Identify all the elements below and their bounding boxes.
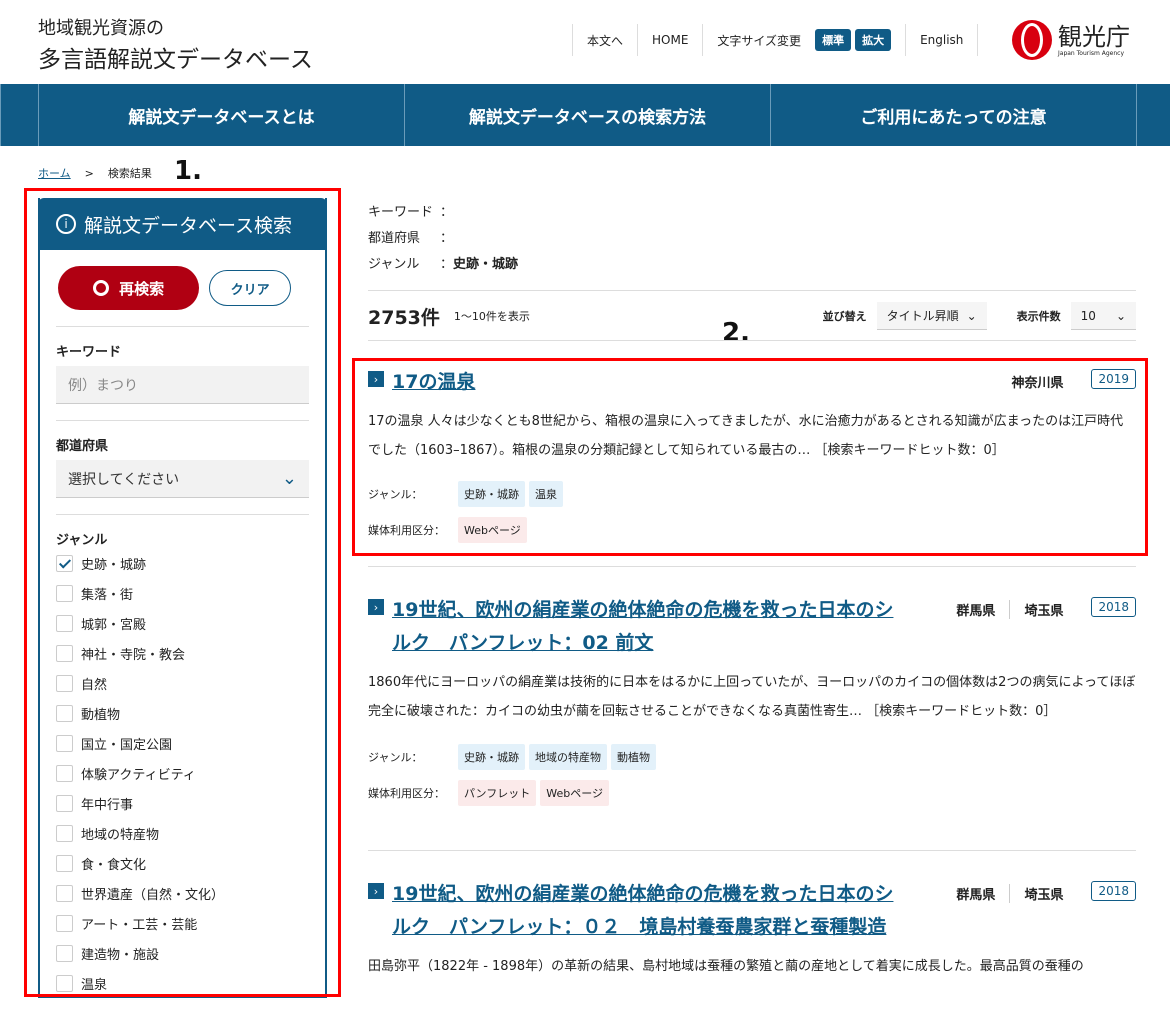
chevron-right-icon: › — [368, 599, 384, 615]
criteria-genre-value: 史跡・城跡 — [453, 257, 519, 272]
genre-tag[interactable]: 史跡・城跡 — [458, 744, 525, 770]
sort-value: タイトル昇順 — [886, 309, 959, 323]
chevron-right-icon: › — [368, 883, 384, 899]
results-bar: 2753件 1〜10件を表示 並び替え タイトル昇順 ⌄ 表示件数 10 ⌄ — [368, 302, 1136, 330]
result-year-badge: 2018 — [1091, 881, 1136, 901]
nav-spacer — [1136, 84, 1170, 146]
english-link[interactable]: English — [905, 24, 979, 56]
divider — [368, 290, 1136, 291]
highlight-box-2 — [352, 358, 1148, 556]
result-count: 2753件 — [368, 306, 440, 329]
breadcrumb-home[interactable]: ホーム — [38, 167, 71, 180]
result-title-link[interactable]: 19世紀、欧州の絹産業の絶体絶命の危機を救った日本のシルク パンフレット：０２ … — [392, 878, 908, 944]
result-description: 田島弥平（1822年 - 1898年）の革新の結果、島村地域は蚕種の繁殖と繭の産… — [368, 959, 1084, 974]
criteria-keyword-label: キーワード — [368, 205, 434, 220]
chevron-down-icon: ⌄ — [966, 308, 977, 323]
font-size-large-button[interactable]: 拡大 — [855, 29, 892, 51]
font-size-control: 文字サイズ変更 標準 拡大 — [702, 24, 905, 56]
home-link[interactable]: HOME — [637, 24, 702, 56]
breadcrumb: ホーム > 検索結果 — [38, 165, 152, 181]
divider — [368, 566, 1136, 567]
site-logo-line1[interactable]: 地域観光資源の — [38, 14, 164, 40]
per-page-value: 10 — [1080, 308, 1096, 323]
agency-name: 観光庁 — [1058, 22, 1130, 51]
chevron-down-icon: ⌄ — [1115, 308, 1126, 323]
agency-en: Japan Tourism Agency — [1058, 49, 1125, 57]
agency-logo[interactable]: 観光庁 Japan Tourism Agency — [1012, 20, 1130, 60]
result-prefecture: 群馬県 — [956, 604, 996, 619]
per-page-select[interactable]: 10 ⌄ — [1070, 302, 1136, 330]
sort-select[interactable]: タイトル昇順 ⌄ — [876, 302, 987, 330]
breadcrumb-current: 検索結果 — [107, 167, 152, 180]
search-criteria: キーワード： 都道府県： ジャンル ：史跡・城跡 — [368, 200, 518, 278]
annotation-1: 1. — [174, 156, 202, 186]
divider — [368, 850, 1136, 851]
site-logo-line2[interactable]: 多言語解説文データベース — [38, 40, 313, 74]
result-range: 1〜10件を表示 — [453, 310, 530, 323]
media-tag-label: 媒体利用区分： — [368, 787, 445, 800]
nav-about[interactable]: 解説文データベースとは — [38, 84, 404, 146]
genre-tag-label: ジャンル： — [368, 751, 423, 764]
skip-to-content-link[interactable]: 本文へ — [572, 24, 637, 56]
result-item: › 19世紀、欧州の絹産業の絶体絶命の危機を救った日本のシルク パンフレット：０２… — [368, 850, 1136, 981]
nav-how-to-search[interactable]: 解説文データベースの検索方法 — [404, 84, 770, 146]
breadcrumb-sep: > — [84, 167, 94, 180]
genre-tag[interactable]: 地域の特産物 — [529, 744, 607, 770]
result-title-link[interactable]: 19世紀、欧州の絹産業の絶体絶命の危機を救った日本のシルク パンフレット：02 … — [392, 594, 908, 660]
font-size-label: 文字サイズ変更 — [717, 33, 802, 48]
result-item: › 19世紀、欧州の絹産業の絶体絶命の危機を救った日本のシルク パンフレット：02… — [368, 566, 1136, 806]
utility-nav: 本文へ HOME 文字サイズ変更 標準 拡大 English — [572, 24, 979, 56]
agency-emblem-icon — [1012, 20, 1052, 60]
media-tag[interactable]: Webページ — [540, 780, 609, 806]
divider — [368, 340, 1136, 341]
nav-notes[interactable]: ご利用にあたっての注意 — [770, 84, 1136, 146]
media-tag[interactable]: パンフレット — [458, 780, 537, 806]
main-nav: 解説文データベースとは 解説文データベースの検索方法 ご利用にあたっての注意 — [0, 84, 1170, 146]
per-page-label: 表示件数 — [1016, 310, 1061, 323]
result-description: 1860年代にヨーロッパの絹産業は技術的に日本をはるかに上回っていたが、ヨーロッ… — [368, 675, 1136, 719]
criteria-genre-label: ジャンル — [368, 257, 420, 272]
nav-spacer — [0, 84, 38, 146]
result-prefecture: 群馬県 — [956, 888, 996, 903]
highlight-box-1 — [24, 188, 341, 997]
genre-tag[interactable]: 動植物 — [611, 744, 656, 770]
result-year-badge: 2018 — [1091, 597, 1136, 617]
criteria-pref-label: 都道府県 — [368, 231, 421, 246]
result-prefecture: 埼玉県 — [1009, 600, 1063, 619]
result-prefecture: 埼玉県 — [1009, 884, 1063, 903]
font-size-standard-button[interactable]: 標準 — [815, 29, 852, 51]
sort-label: 並び替え — [822, 310, 867, 323]
